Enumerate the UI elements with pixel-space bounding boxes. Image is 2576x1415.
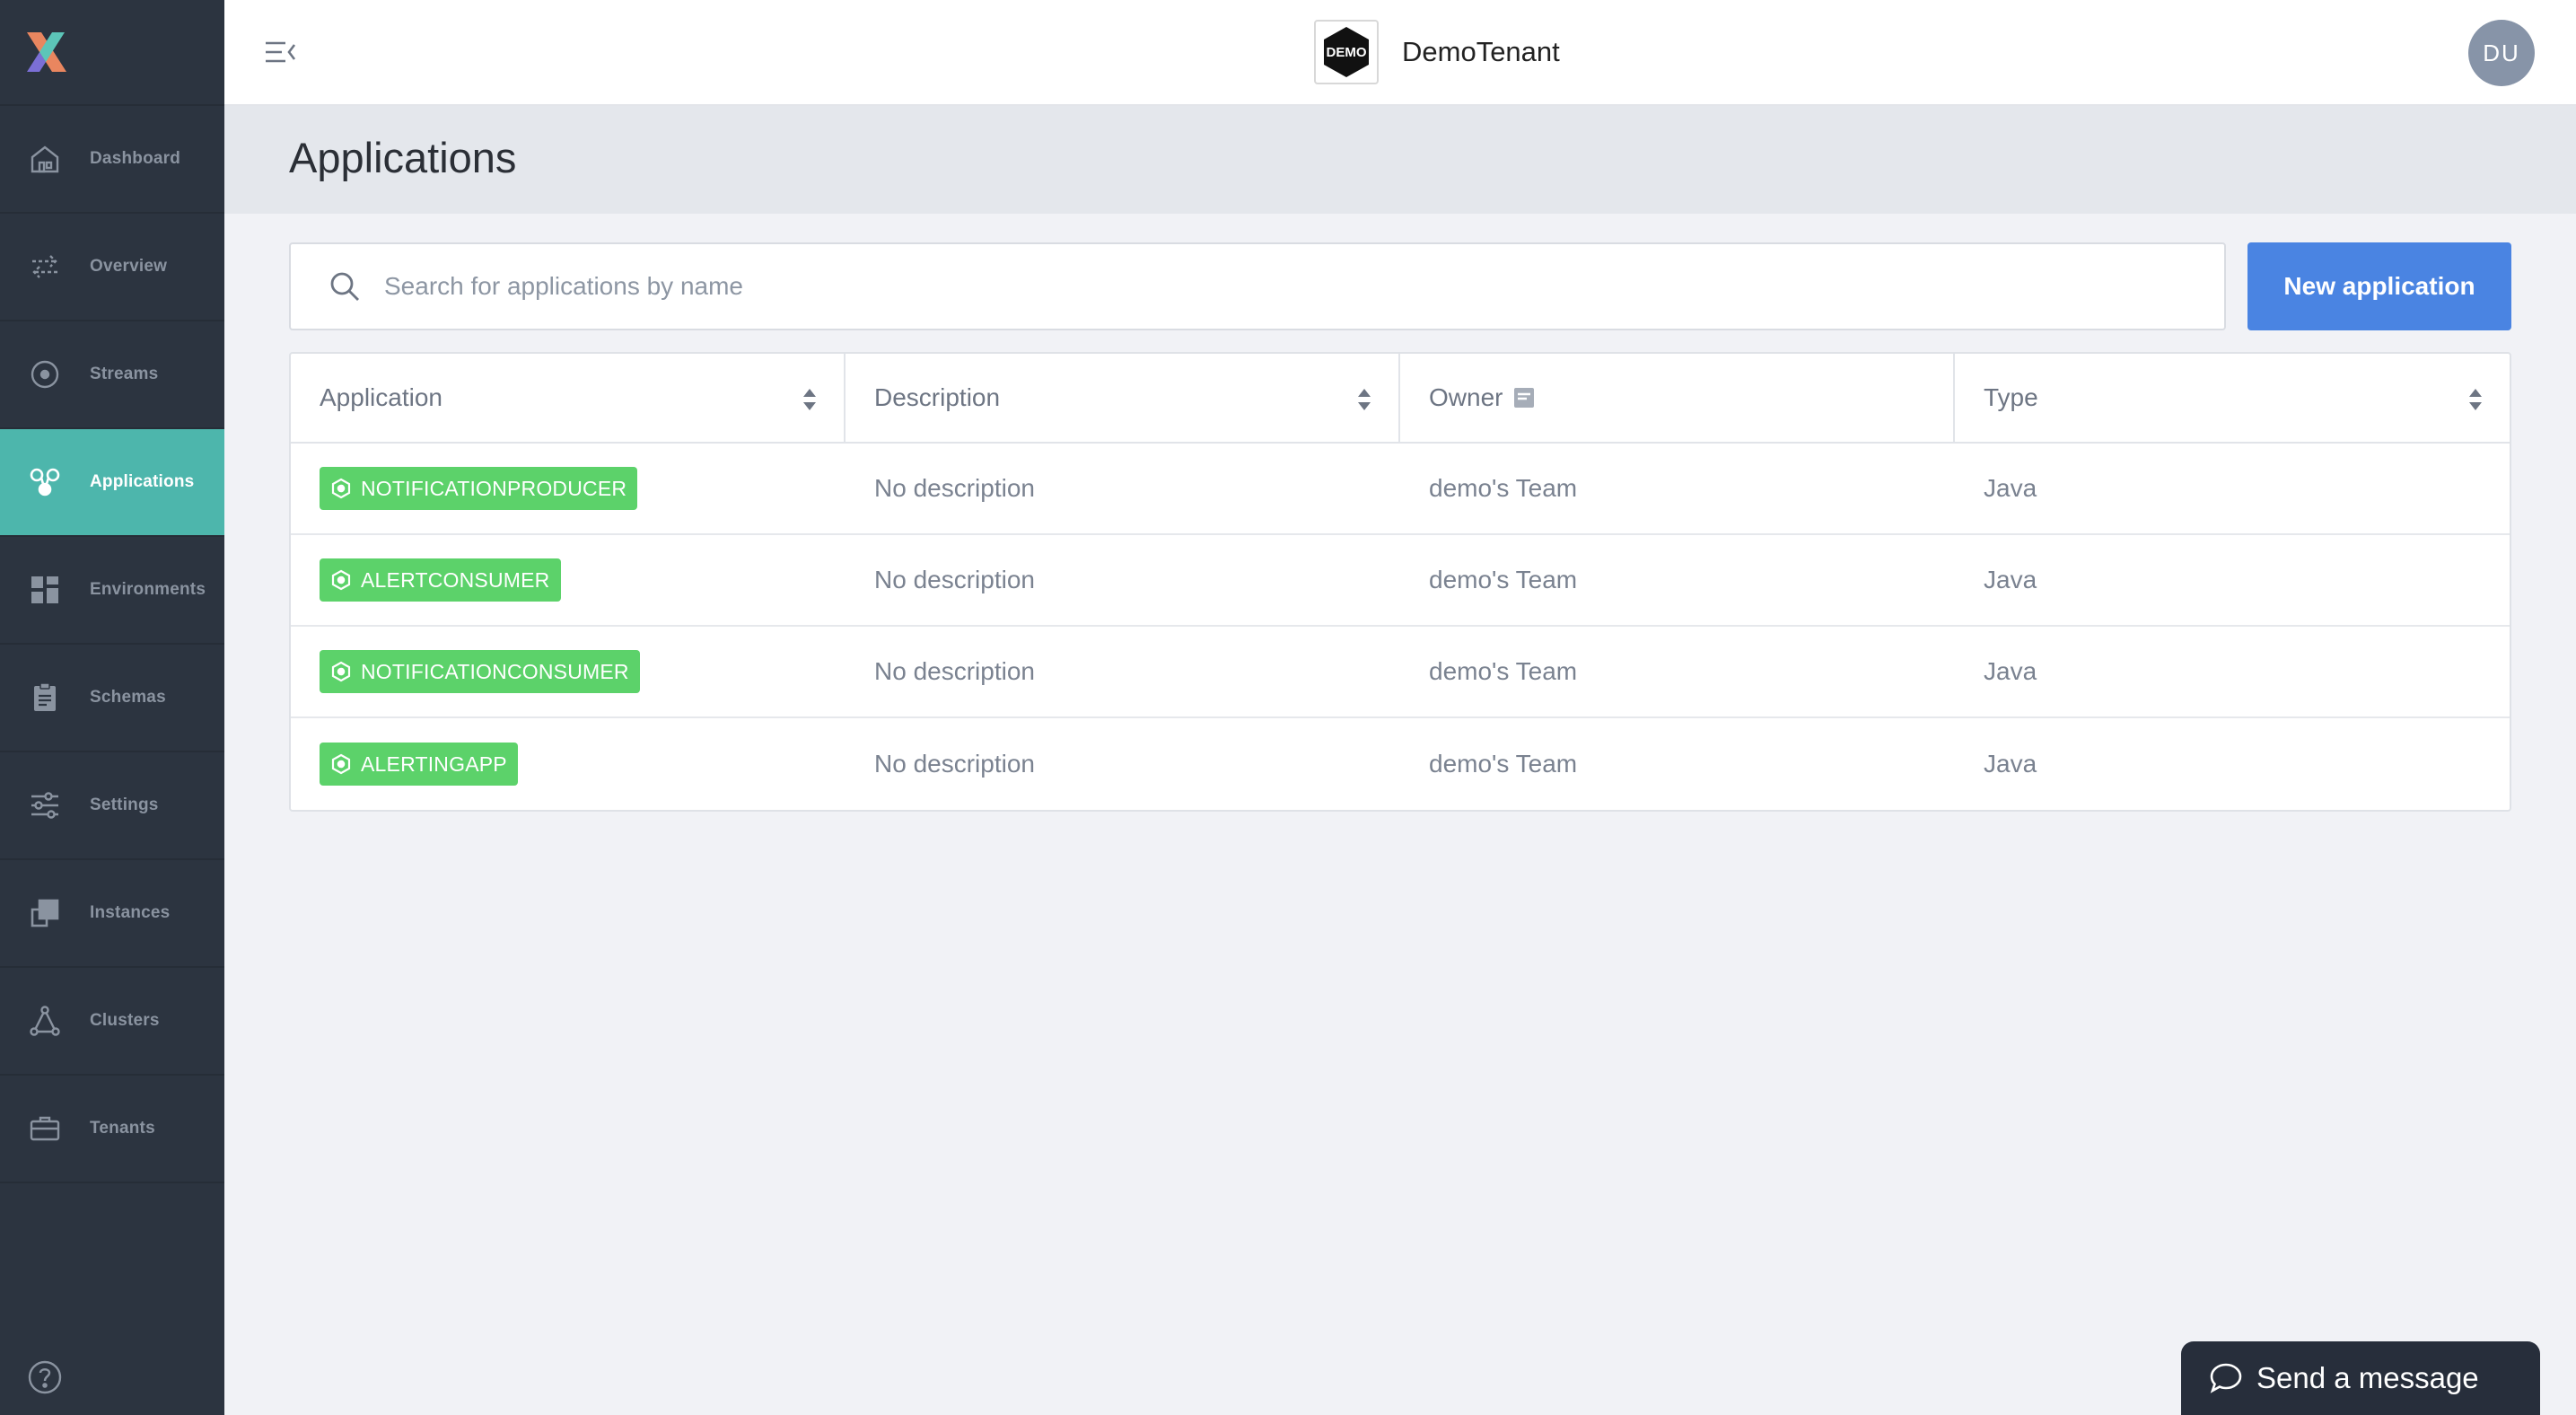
sidebar-item-dashboard[interactable]: Dashboard: [0, 106, 224, 214]
question-icon[interactable]: [27, 1359, 63, 1395]
application-name: NOTIFICATIONPRODUCER: [361, 476, 627, 500]
target-icon: [27, 356, 63, 392]
sidebar-item-label: Tenants: [90, 1119, 155, 1138]
column-header-owner[interactable]: Owner: [1400, 354, 1955, 442]
cell-description: No description: [874, 750, 1035, 778]
send-message-label: Send a message: [2256, 1361, 2479, 1394]
sidebar-item-label: Applications: [90, 472, 195, 491]
search-icon: [327, 268, 363, 304]
top-header: DEMO DemoTenant DU: [224, 0, 2576, 106]
column-header-label: Owner: [1429, 383, 1503, 411]
sliders-icon: [27, 787, 63, 823]
column-header-description[interactable]: Description: [846, 354, 1400, 442]
column-header-type[interactable]: Type: [1955, 354, 2510, 442]
application-badge[interactable]: ALERTINGAPP: [320, 743, 518, 786]
cell-type: Java: [1984, 474, 2037, 502]
sidebar-item-applications[interactable]: Applications: [0, 429, 224, 537]
cell-application: ALERTINGAPP: [291, 718, 846, 810]
cell-description: No description: [874, 566, 1035, 593]
table-row[interactable]: NOTIFICATIONPRODUCER No description demo…: [291, 444, 2510, 535]
cell-application: NOTIFICATIONCONSUMER: [291, 627, 846, 716]
cluster-icon: [27, 1003, 63, 1039]
sidebar-item-overview[interactable]: Overview: [0, 214, 224, 321]
cell-owner: demo's Team: [1429, 566, 1578, 593]
sidebar-item-instances[interactable]: Instances: [0, 860, 224, 968]
cell-owner: demo's Team: [1429, 474, 1578, 502]
table-row[interactable]: ALERTCONSUMER No description demo's Team…: [291, 535, 2510, 627]
application-badge[interactable]: NOTIFICATIONCONSUMER: [320, 650, 640, 693]
tenant-name: DemoTenant: [1402, 36, 1560, 67]
applications-icon: [27, 464, 63, 500]
send-message-widget[interactable]: Send a message: [2181, 1341, 2540, 1415]
cell-application: NOTIFICATIONPRODUCER: [291, 444, 846, 533]
sidebar-nav: Dashboard Overview Streams Applications …: [0, 106, 224, 1183]
sidebar-item-streams[interactable]: Streams: [0, 321, 224, 429]
cell-owner: demo's Team: [1429, 750, 1578, 778]
sort-icon[interactable]: [1357, 388, 1371, 411]
search-input[interactable]: [382, 271, 2088, 302]
tenant-logo-text: DEMO: [1326, 44, 1367, 60]
sidebar-item-label: Instances: [90, 903, 171, 922]
application-badge[interactable]: NOTIFICATIONPRODUCER: [320, 467, 638, 510]
sidebar-item-settings[interactable]: Settings: [0, 752, 224, 860]
app-logo[interactable]: [0, 0, 224, 106]
search-box[interactable]: [289, 242, 2226, 330]
column-header-application[interactable]: Application: [291, 354, 846, 442]
new-application-button[interactable]: New application: [2247, 242, 2511, 330]
user-avatar[interactable]: DU: [2468, 20, 2535, 86]
column-header-label: Type: [1984, 383, 2038, 411]
sidebar: Dashboard Overview Streams Applications …: [0, 0, 224, 1415]
cell-description: No description: [874, 657, 1035, 685]
sort-icon[interactable]: [2468, 388, 2483, 411]
instances-icon: [27, 895, 63, 931]
cell-description: No description: [874, 474, 1035, 502]
sidebar-item-tenants[interactable]: Tenants: [0, 1076, 224, 1183]
tenant-logo: DEMO: [1314, 20, 1379, 84]
grid-icon: [27, 572, 63, 608]
application-name: ALERTCONSUMER: [361, 567, 550, 592]
hexagon-app-icon: [331, 478, 351, 499]
hexagon-app-icon: [331, 753, 351, 775]
page-title: Applications: [289, 134, 517, 181]
application-name: ALERTINGAPP: [361, 751, 507, 776]
hexagon-app-icon: [331, 569, 351, 591]
sidebar-item-clusters[interactable]: Clusters: [0, 968, 224, 1076]
column-header-label: Description: [874, 383, 1001, 411]
sidebar-item-label: Streams: [90, 365, 159, 383]
page-title-band: Applications: [224, 106, 2576, 214]
tenant-switcher[interactable]: DEMO DemoTenant: [1314, 20, 1560, 84]
sidebar-item-label: Dashboard: [90, 149, 181, 168]
sidebar-item-label: Overview: [90, 257, 168, 276]
sidebar-item-label: Settings: [90, 795, 159, 814]
table-header: Application Description Owner Type: [291, 354, 2510, 444]
table-row[interactable]: ALERTINGAPP No description demo's Team J…: [291, 718, 2510, 810]
sort-icon[interactable]: [802, 388, 817, 411]
sidebar-item-schemas[interactable]: Schemas: [0, 645, 224, 752]
cell-type: Java: [1984, 657, 2037, 685]
chat-bubble-icon: [2210, 1363, 2242, 1393]
cell-owner: demo's Team: [1429, 657, 1578, 685]
briefcase-icon: [27, 1111, 63, 1147]
collapse-menu-icon[interactable]: [262, 34, 298, 70]
arrows-icon: [27, 249, 63, 285]
home-icon: [27, 141, 63, 177]
cell-type: Java: [1984, 750, 2037, 778]
cell-application: ALERTCONSUMER: [291, 535, 846, 625]
cell-type: Java: [1984, 566, 2037, 593]
application-badge[interactable]: ALERTCONSUMER: [320, 558, 561, 602]
sidebar-item-environments[interactable]: Environments: [0, 537, 224, 645]
sidebar-item-label: Environments: [90, 580, 206, 599]
clipboard-icon: [27, 680, 63, 716]
applications-table: Application Description Owner Type NOTIF…: [289, 352, 2511, 812]
table-row[interactable]: NOTIFICATIONCONSUMER No description demo…: [291, 627, 2510, 718]
filter-icon[interactable]: [1513, 387, 1535, 409]
hexagon-app-icon: [331, 661, 351, 682]
column-header-label: Application: [320, 383, 442, 411]
sidebar-item-label: Schemas: [90, 688, 166, 707]
sidebar-item-label: Clusters: [90, 1011, 160, 1030]
app-logo-icon: [27, 32, 66, 72]
application-name: NOTIFICATIONCONSUMER: [361, 659, 629, 683]
